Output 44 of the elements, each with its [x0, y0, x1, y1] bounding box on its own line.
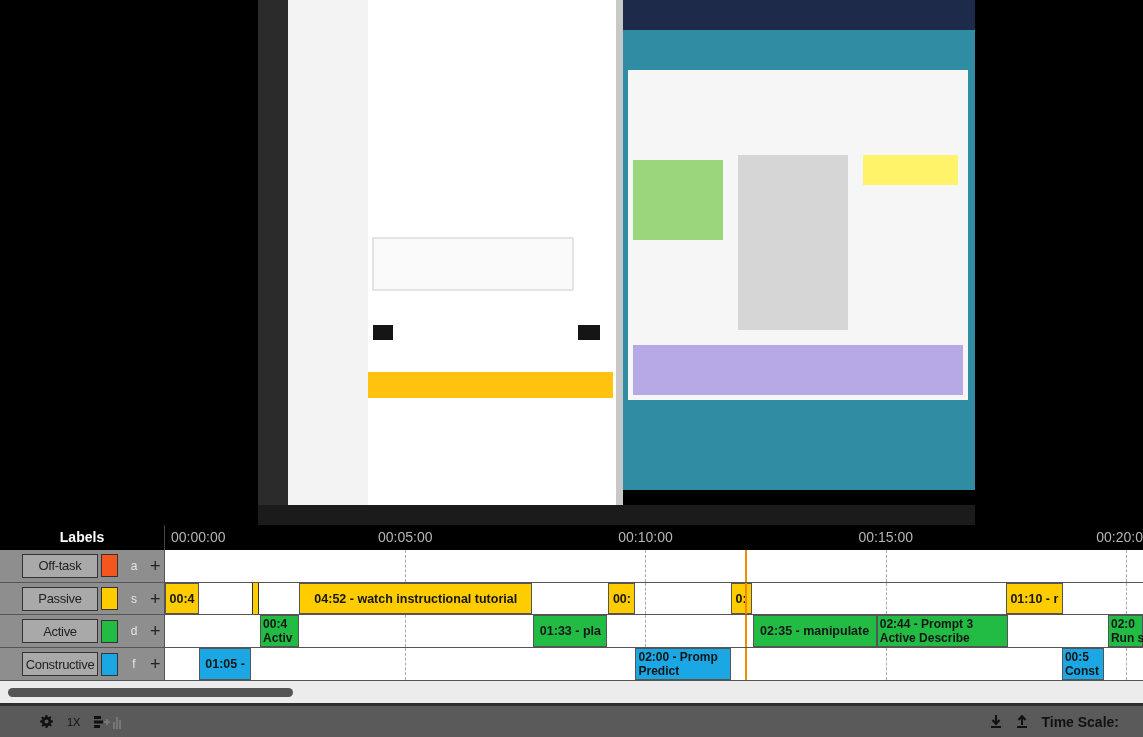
download-icon[interactable]: [991, 714, 1002, 729]
annotation-segment[interactable]: 00:5 Const: [1061, 648, 1104, 681]
shortcut-key: f: [129, 657, 139, 672]
annotation-segment[interactable]: 01:10 - r: [1005, 582, 1063, 615]
color-swatch[interactable]: [101, 619, 118, 643]
add-button[interactable]: +: [150, 589, 161, 608]
annotation-segment[interactable]: 02:0 Run s: [1107, 615, 1143, 648]
time-tick-label: 00:05:00: [378, 528, 433, 545]
annotation-segment[interactable]: 02:44 - Prompt 3 Active Describe: [876, 615, 1008, 648]
playhead[interactable]: [744, 615, 747, 648]
label-button[interactable]: Off-task: [22, 553, 98, 578]
playhead[interactable]: [744, 549, 747, 582]
color-swatch[interactable]: [101, 587, 118, 611]
playhead[interactable]: [744, 648, 747, 681]
label-button[interactable]: Active: [22, 619, 98, 644]
annotation-segment[interactable]: 02:00 - Promp Predict: [635, 648, 731, 681]
time-tick-label: 00:00:00: [171, 528, 226, 545]
shortcut-key: a: [129, 558, 139, 573]
upload-icon[interactable]: [1017, 714, 1028, 729]
annotation-segment[interactable]: 02:35 - manipulate: [752, 615, 877, 648]
time-tick-label: 00:10:00: [618, 528, 673, 545]
time-tick-label: 00:15:00: [858, 528, 913, 545]
playhead[interactable]: [744, 582, 747, 615]
time-scale-label: Time Scale:: [1041, 713, 1119, 730]
label-button[interactable]: Constructive: [22, 652, 98, 677]
annotation-segment[interactable]: 00:: [608, 582, 636, 615]
annotation-segment[interactable]: 04:52 - watch instructional tutorial: [299, 582, 533, 615]
color-swatch[interactable]: [101, 554, 118, 578]
add-button[interactable]: +: [150, 556, 161, 575]
bars-plus-icon[interactable]: [94, 714, 123, 729]
add-button[interactable]: +: [150, 655, 161, 674]
shortcut-key: s: [129, 591, 139, 606]
color-swatch[interactable]: [101, 652, 118, 676]
shortcut-key: d: [129, 624, 139, 639]
settings-icon[interactable]: [40, 715, 53, 729]
labels-header: Labels: [59, 529, 105, 546]
label-button[interactable]: Passive: [22, 586, 98, 611]
scrollbar-thumb[interactable]: [8, 687, 293, 697]
annotation-segment[interactable]: 01:33 - pla: [533, 615, 608, 648]
annotation-segment[interactable]: 00:4: [165, 582, 200, 615]
annotation-segment[interactable]: 00:4 Activ: [260, 615, 300, 648]
annotation-segment[interactable]: 01:05 -: [199, 648, 252, 681]
add-button[interactable]: +: [150, 622, 161, 641]
time-tick-label: 00:20:0: [1096, 528, 1143, 545]
